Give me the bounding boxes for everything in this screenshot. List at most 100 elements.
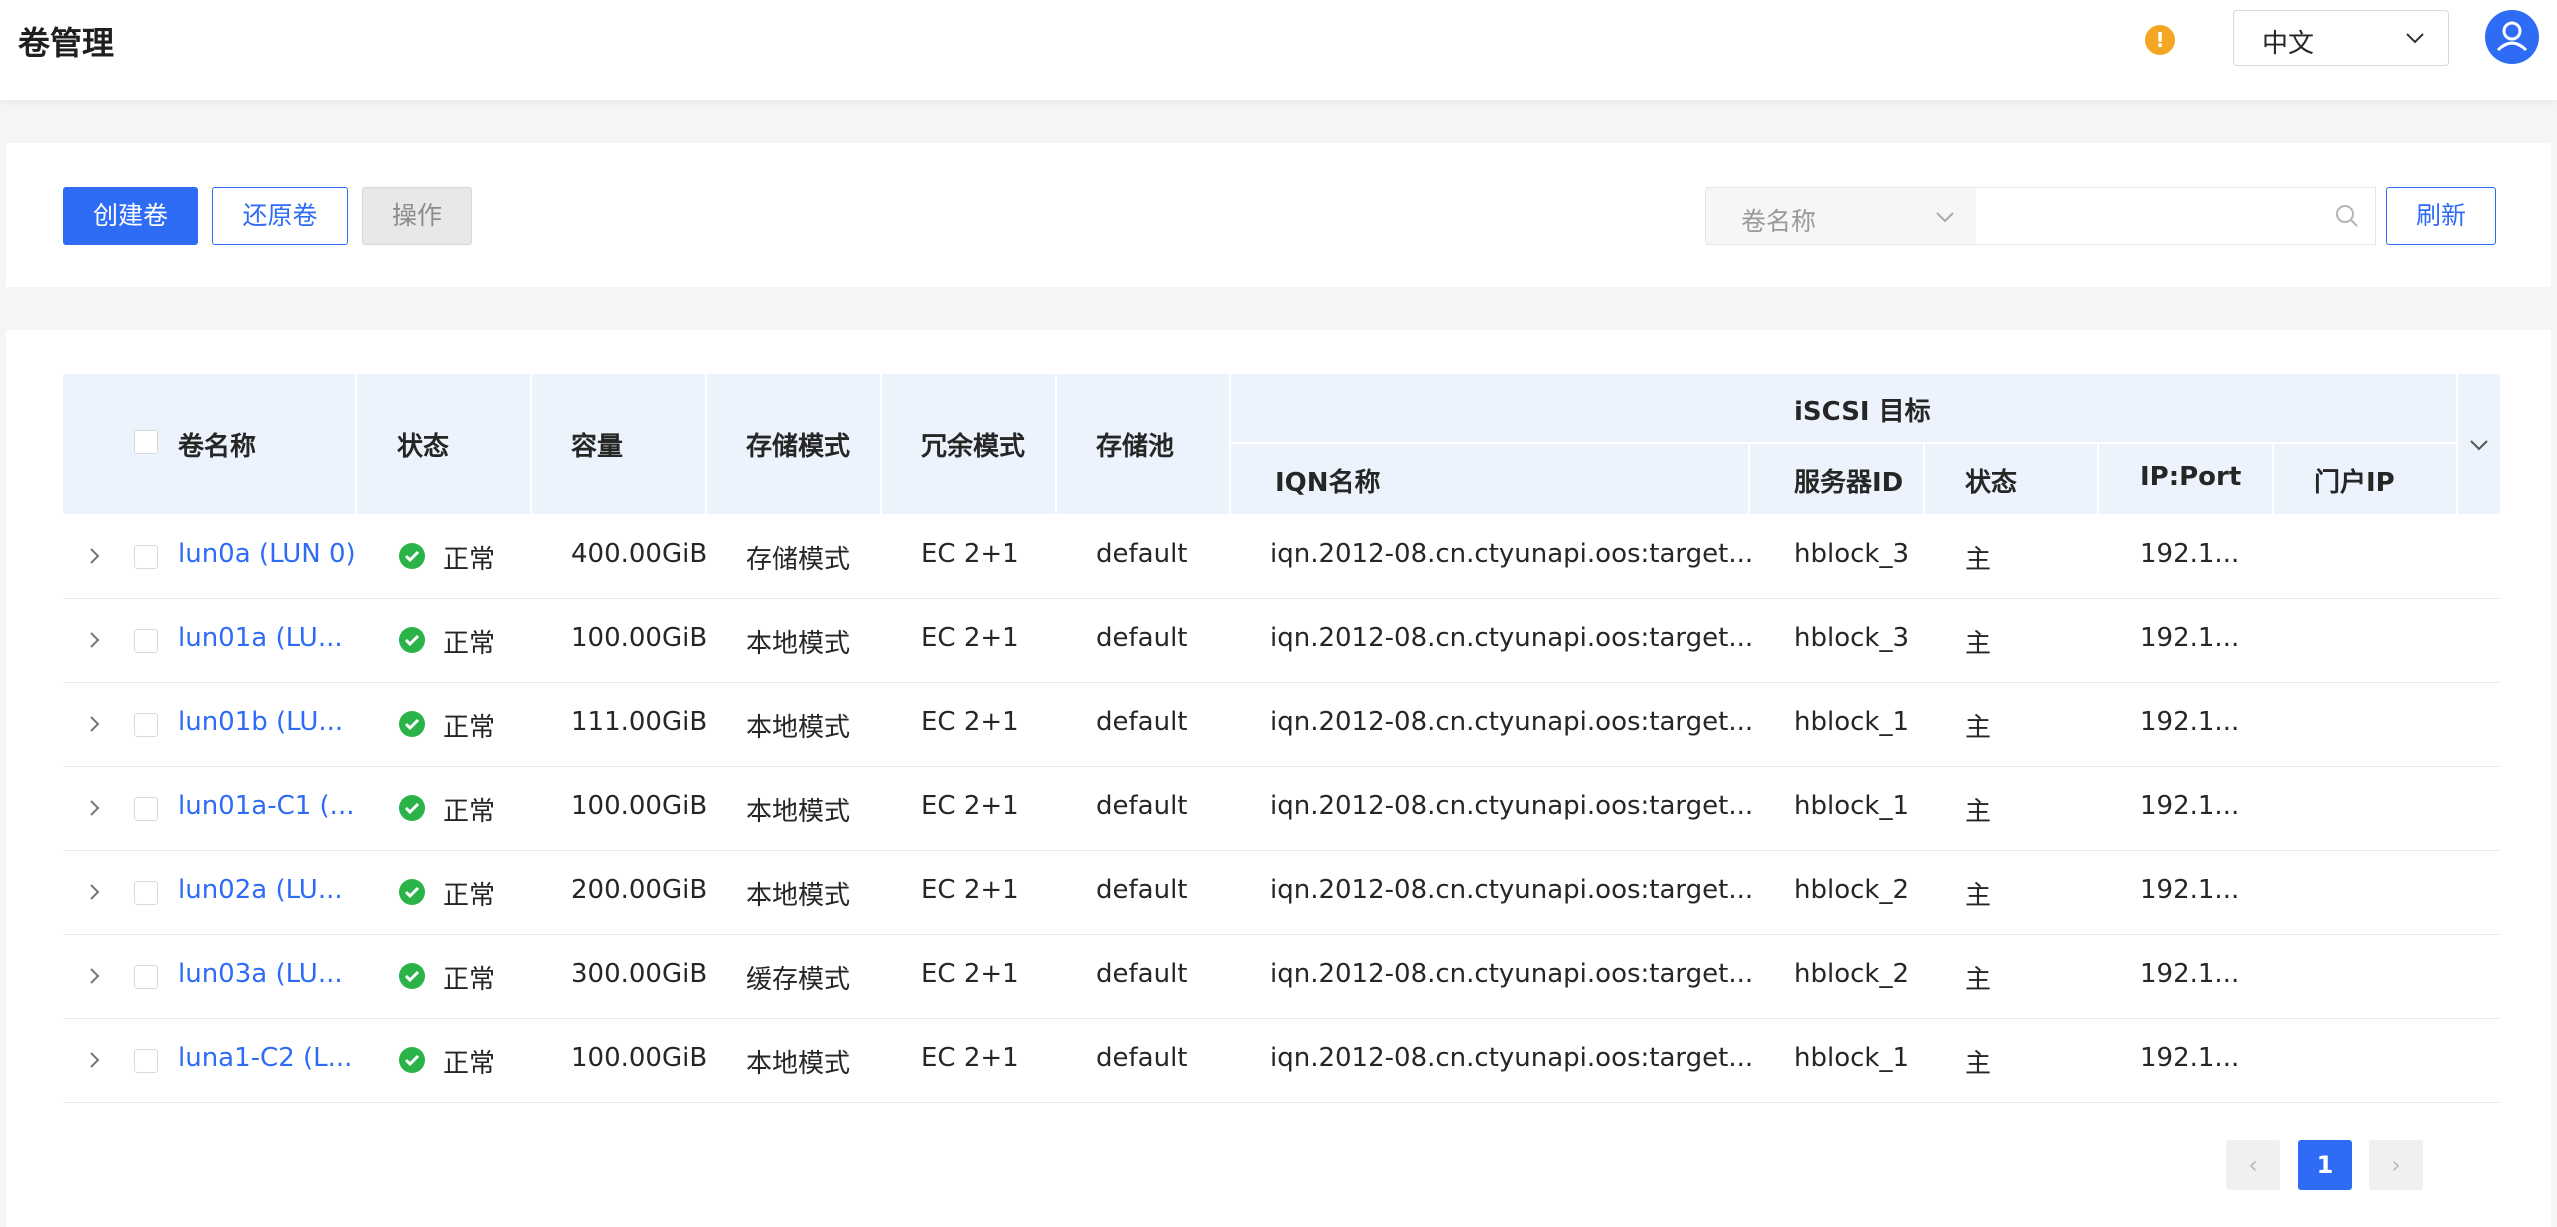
row-checkbox[interactable] <box>134 965 158 989</box>
user-avatar-glyph <box>2496 21 2528 52</box>
redundancy-value: EC 2+1 <box>921 959 1019 989</box>
check-circle-icon <box>399 543 425 569</box>
warning-icon[interactable]: ! <box>2145 25 2175 55</box>
storage-mode-value: 本地模式 <box>746 1049 851 1079</box>
table-row[interactable]: lun02a (LU... 正常 200.00GiB 本地模式 EC 2+1 defaul… <box>63 851 2500 935</box>
header-iqn: IQN名称 <box>1275 468 1381 498</box>
role-value: 主 <box>1965 1049 1992 1079</box>
header-pool: 存储池 <box>1096 432 1175 462</box>
ip-port-value: 192.1... <box>2140 623 2240 653</box>
language-select[interactable]: 中文 <box>2233 10 2449 66</box>
create-volume-button[interactable]: 创建卷 <box>63 187 198 245</box>
column-divider <box>2097 444 2099 514</box>
redundancy-value: EC 2+1 <box>921 791 1019 821</box>
volume-name-link[interactable]: lun01a-C1 (... <box>178 791 354 821</box>
status-text: 正常 <box>443 545 496 575</box>
column-divider <box>880 374 882 514</box>
table-row[interactable]: lun03a (LU... 正常 300.00GiB 缓存模式 EC 2+1 defaul… <box>63 935 2500 1019</box>
user-icon[interactable] <box>2485 10 2539 64</box>
action-button[interactable]: 操作 <box>362 187 472 245</box>
storage-mode-value: 本地模式 <box>746 629 851 659</box>
refresh-button[interactable]: 刷新 <box>2386 187 2496 245</box>
check-circle-icon <box>399 795 425 821</box>
capacity-value: 111.00GiB <box>571 707 708 737</box>
iqn-value: iqn.2012-08.cn.ctyunapi.oos:target... <box>1270 791 1754 821</box>
role-value: 主 <box>1965 713 1992 743</box>
server-id-value: hblock_3 <box>1794 623 1910 653</box>
server-id-value: hblock_2 <box>1794 959 1910 989</box>
capacity-value: 300.00GiB <box>571 959 708 989</box>
search-input[interactable] <box>1976 187 2376 245</box>
header-server-id: 服务器ID <box>1794 468 1904 498</box>
row-checkbox[interactable] <box>134 713 158 737</box>
ip-port-value: 192.1... <box>2140 875 2240 905</box>
column-divider <box>1229 374 1231 514</box>
table-row[interactable]: lun01a (LU... 正常 100.00GiB 本地模式 EC 2+1 defaul… <box>63 599 2500 683</box>
table-panel: 卷名称 状态 容量 存储模式 冗余模式 存储池 iSCSI 目标 IQN名称 服… <box>6 330 2551 1227</box>
volume-name-link[interactable]: lun01b (LU... <box>178 707 343 737</box>
pool-value: default <box>1096 791 1188 821</box>
row-checkbox[interactable] <box>134 881 158 905</box>
volume-name-link[interactable]: lun0a (LUN 0) <box>178 539 356 569</box>
column-divider <box>1923 444 1925 514</box>
status-text: 正常 <box>443 1049 496 1079</box>
header-ip-port: IP:Port <box>2140 462 2242 492</box>
prev-page-button[interactable]: ‹ <box>2226 1140 2280 1190</box>
header-iscsi-target: iSCSI 目标 <box>1794 397 1931 427</box>
capacity-value: 100.00GiB <box>571 623 708 653</box>
next-page-button[interactable]: › <box>2369 1140 2423 1190</box>
volume-name-link[interactable]: lun01a (LU... <box>178 623 343 653</box>
table-row[interactable]: lun01b (LU... 正常 111.00GiB 本地模式 EC 2+1 defaul… <box>63 683 2500 767</box>
top-header: 卷管理 ! 中文 <box>0 0 2557 100</box>
chevron-right-icon[interactable] <box>83 797 105 819</box>
column-divider <box>2272 444 2274 514</box>
volume-name-link[interactable]: lun03a (LU... <box>178 959 343 989</box>
chevron-right-icon[interactable] <box>83 713 105 735</box>
chevron-down-icon <box>1936 212 1954 223</box>
column-divider <box>355 374 357 514</box>
chevron-right-icon[interactable] <box>83 1049 105 1071</box>
row-checkbox[interactable] <box>134 545 158 569</box>
server-id-value: hblock_3 <box>1794 539 1910 569</box>
server-id-value: hblock_1 <box>1794 1043 1910 1073</box>
toolbar-panel: 创建卷 还原卷 操作 卷名称 刷新 <box>6 143 2551 287</box>
filter-field-select[interactable]: 卷名称 <box>1705 187 1977 245</box>
check-circle-icon <box>399 963 425 989</box>
column-settings-chevron-icon[interactable] <box>2468 434 2490 456</box>
status-text: 正常 <box>443 629 496 659</box>
chevron-right-icon[interactable] <box>83 965 105 987</box>
column-divider <box>2456 374 2458 514</box>
header-name[interactable]: 卷名称 <box>178 426 256 463</box>
restore-volume-button[interactable]: 还原卷 <box>212 187 348 245</box>
select-all-checkbox[interactable] <box>134 430 158 454</box>
chevron-right-icon[interactable] <box>83 545 105 567</box>
chevron-right-icon[interactable] <box>83 629 105 651</box>
row-checkbox[interactable] <box>134 1049 158 1073</box>
redundancy-value: EC 2+1 <box>921 539 1019 569</box>
pool-value: default <box>1096 707 1188 737</box>
iqn-value: iqn.2012-08.cn.ctyunapi.oos:target... <box>1270 539 1754 569</box>
iqn-value: iqn.2012-08.cn.ctyunapi.oos:target... <box>1270 875 1754 905</box>
row-checkbox[interactable] <box>134 797 158 821</box>
role-value: 主 <box>1965 797 1992 827</box>
table-row[interactable]: lun0a (LUN 0) 正常 400.00GiB 存储模式 EC 2+1 defaul… <box>63 515 2500 599</box>
header-redundancy: 冗余模式 <box>921 432 1026 462</box>
check-circle-icon <box>399 879 425 905</box>
header-storage-mode: 存储模式 <box>746 432 851 462</box>
search-icon[interactable] <box>2334 203 2360 229</box>
row-checkbox[interactable] <box>134 629 158 653</box>
volume-name-link[interactable]: luna1-C2 (L... <box>178 1043 352 1073</box>
capacity-value: 100.00GiB <box>571 1043 708 1073</box>
table-row[interactable]: lun01a-C1 (... 正常 100.00GiB 本地模式 EC 2+1 defau… <box>63 767 2500 851</box>
capacity-value: 200.00GiB <box>571 875 708 905</box>
table-header: 卷名称 状态 容量 存储模式 冗余模式 存储池 iSCSI 目标 IQN名称 服… <box>63 374 2500 514</box>
redundancy-value: EC 2+1 <box>921 1043 1019 1073</box>
page-button-current[interactable]: 1 <box>2298 1140 2352 1190</box>
chevron-down-icon <box>2406 33 2424 44</box>
ip-port-value: 192.1... <box>2140 539 2240 569</box>
table-row[interactable]: luna1-C2 (L... 正常 100.00GiB 本地模式 EC 2+1 defau… <box>63 1019 2500 1103</box>
volume-name-link[interactable]: lun02a (LU... <box>178 875 343 905</box>
ip-port-value: 192.1... <box>2140 791 2240 821</box>
chevron-right-icon[interactable] <box>83 881 105 903</box>
header-role: 状态 <box>1965 468 2018 498</box>
